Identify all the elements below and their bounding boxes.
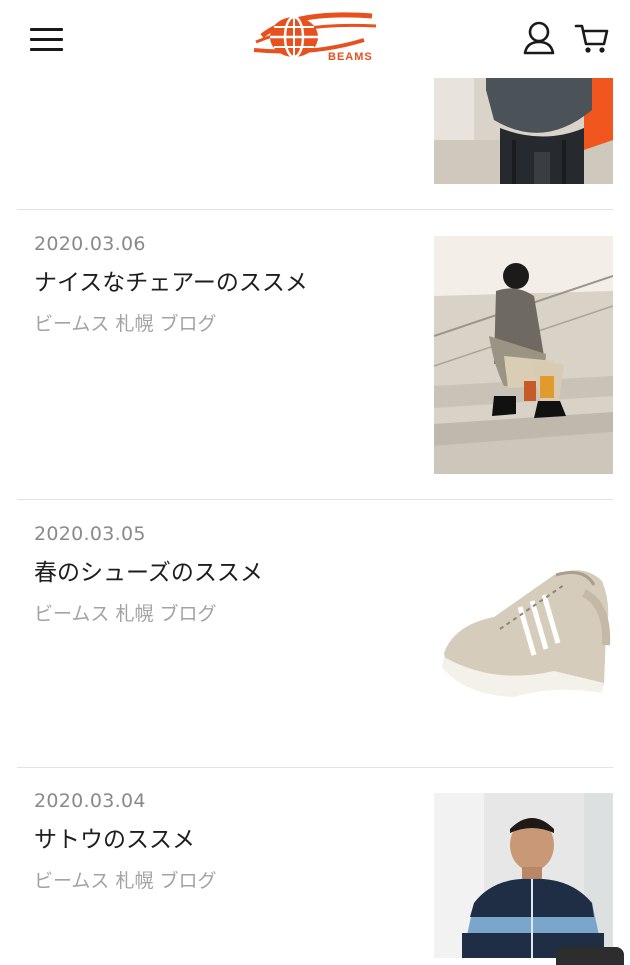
article-category[interactable]: ビームス 札幌 ブログ: [34, 309, 217, 336]
article-title[interactable]: 春のシューズのススメ: [34, 553, 263, 587]
hamburger-menu-icon[interactable]: [30, 26, 64, 52]
article-category[interactable]: ビームス 札幌 ブログ: [34, 866, 217, 893]
divider: [17, 767, 613, 768]
article-date: 2020.03.05: [34, 523, 146, 545]
account-glyph: [523, 21, 555, 55]
man-in-blue-jacket-photo: [434, 793, 613, 958]
logo-wordmark: BEAMS: [328, 51, 373, 63]
person-sitting-on-stairs-photo: [434, 236, 613, 474]
article-title[interactable]: ナイスなチェアーのススメ: [34, 263, 308, 297]
article-list: 2020.03.06 ナイスなチェアーのススメ ビームス 札幌 ブログ 2020…: [0, 0, 630, 965]
cart-glyph: [574, 24, 609, 53]
article-thumbnail[interactable]: [434, 236, 613, 474]
divider: [17, 499, 613, 500]
user-icon[interactable]: [522, 20, 556, 56]
scroll-indicator: [556, 947, 624, 965]
article-date: 2020.03.04: [34, 790, 146, 812]
cart-icon[interactable]: [574, 20, 610, 56]
article-item[interactable]: 2020.03.05 春のシューズのススメ ビームス 札幌 ブログ: [17, 523, 613, 763]
article-category[interactable]: ビームス 札幌 ブログ: [34, 599, 217, 626]
beams-logo[interactable]: BEAMS: [252, 10, 378, 68]
article-date: 2020.03.06: [34, 233, 146, 255]
article-item[interactable]: 2020.03.06 ナイスなチェアーのススメ ビームス 札幌 ブログ: [17, 233, 613, 495]
article-item[interactable]: 2020.03.04 サトウのススメ ビームス 札幌 ブログ: [17, 790, 613, 958]
divider: [17, 209, 613, 210]
article-thumbnail[interactable]: [434, 793, 613, 958]
article-title[interactable]: サトウのススメ: [34, 820, 195, 854]
site-header: BEAMS: [0, 0, 630, 78]
beige-sneakers-photo: [434, 545, 613, 715]
article-thumbnail[interactable]: [434, 545, 613, 715]
